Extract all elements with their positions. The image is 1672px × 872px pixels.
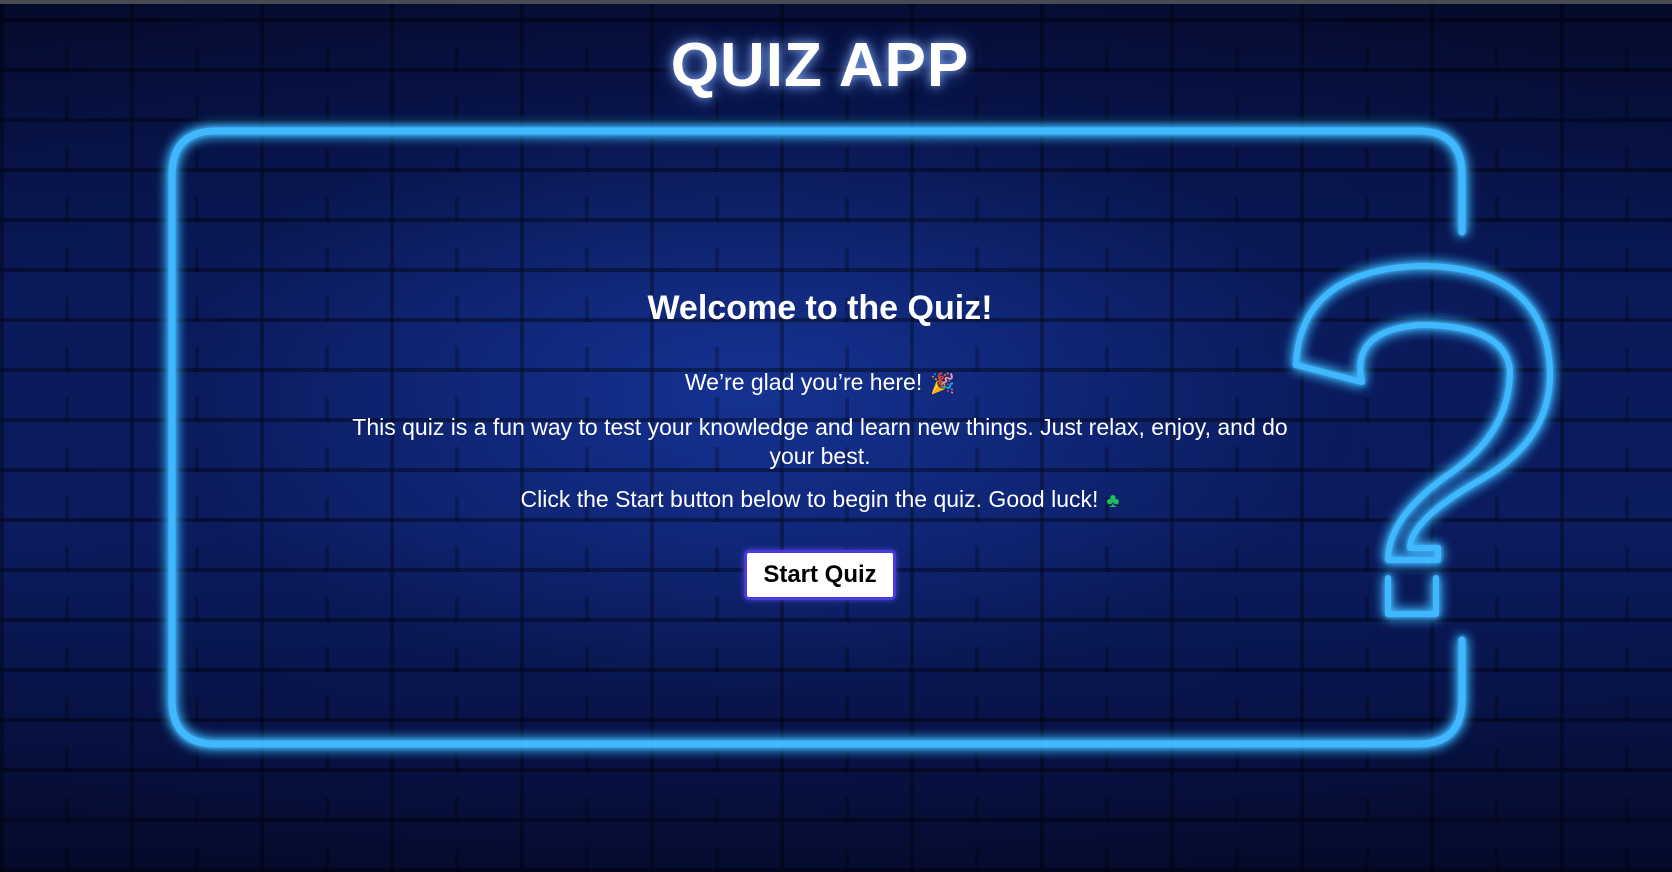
welcome-panel: Welcome to the Quiz! We’re glad you’re h… [330,282,1310,600]
instruction-label: Click the Start button below to begin th… [520,486,1099,512]
greeting-text: We’re glad you’re here! 🎉 [330,368,1310,399]
question-mark-icon [1293,263,1554,617]
four-leaf-clover-icon: ♣ [1106,490,1120,512]
app-title: QUIZ APP [670,31,970,100]
description-text: This quiz is a fun way to test your know… [352,414,1288,469]
greeting-label: We’re glad you’re here! [684,369,923,395]
welcome-heading: Welcome to the Quiz! [647,289,993,327]
instruction-text: Click the Start button below to begin th… [330,485,1310,516]
party-popper-icon: 🎉 [930,373,956,395]
start-quiz-button[interactable]: Start Quiz [744,550,896,600]
